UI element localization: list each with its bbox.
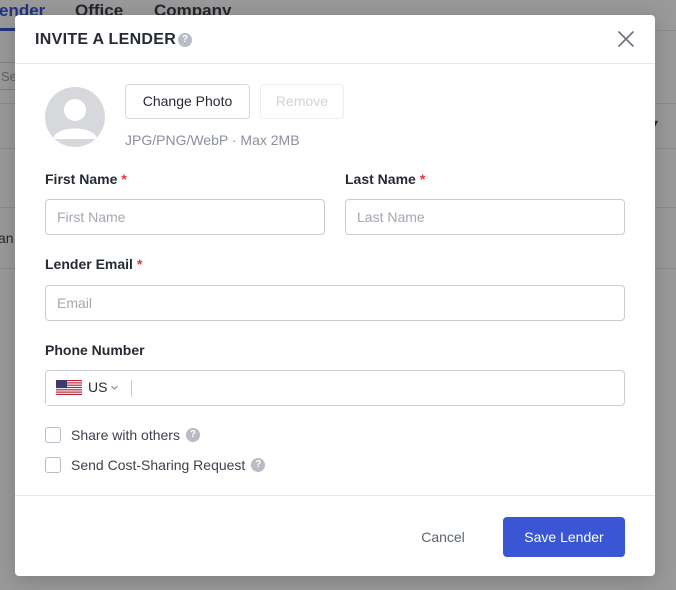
required-mark: * [121,171,127,187]
share-with-others-row[interactable]: Share with others ? [45,427,200,443]
change-photo-button[interactable]: Change Photo [125,84,250,119]
last-name-label: Last Name * [345,171,425,187]
first-name-label-text: First Name [45,171,118,187]
help-icon[interactable]: ? [251,458,266,472]
photo-format-hint: JPG/PNG/WebP · Max 2MB [125,132,300,148]
modal-header: INVITE A LENDER ? [15,15,655,64]
lender-email-label-text: Lender Email [45,256,133,272]
first-name-label: First Name * [45,171,127,187]
avatar-placeholder [45,87,105,147]
required-mark: * [136,256,143,272]
modal-title: INVITE A LENDER [35,31,177,48]
modal-footer: Cancel Save Lender [15,495,655,576]
first-name-input[interactable] [45,199,325,235]
invite-lender-modal: INVITE A LENDER ? Change Photo Remove JP… [15,15,655,576]
share-with-others-label[interactable]: Share with others [71,427,180,443]
cost-sharing-label[interactable]: Send Cost-Sharing Request [71,457,245,473]
share-with-others-checkbox[interactable] [45,427,61,443]
cancel-button[interactable]: Cancel [407,517,479,557]
close-icon[interactable] [617,30,635,48]
chevron-down-icon [111,385,119,390]
required-mark: * [419,171,426,187]
us-flag-icon [56,379,82,395]
phone-divider [131,380,132,397]
last-name-input[interactable] [345,199,625,235]
phone-number-label: Phone Number [45,342,145,358]
country-code-text: US [88,379,108,395]
cost-sharing-row[interactable]: Send Cost-Sharing Request ? [45,457,266,473]
country-code-select[interactable]: US [46,371,120,405]
user-silhouette-icon [53,99,97,139]
remove-photo-button[interactable]: Remove [260,84,344,119]
phone-field: US [45,370,625,406]
save-lender-button[interactable]: Save Lender [503,517,625,557]
lender-email-label: Lender Email * [45,256,142,272]
email-input[interactable] [45,285,625,321]
help-icon[interactable]: ? [178,33,192,47]
cost-sharing-checkbox[interactable] [45,457,61,473]
help-icon[interactable]: ? [185,428,200,442]
last-name-label-text: Last Name [345,171,416,187]
phone-number-input[interactable] [134,371,622,405]
